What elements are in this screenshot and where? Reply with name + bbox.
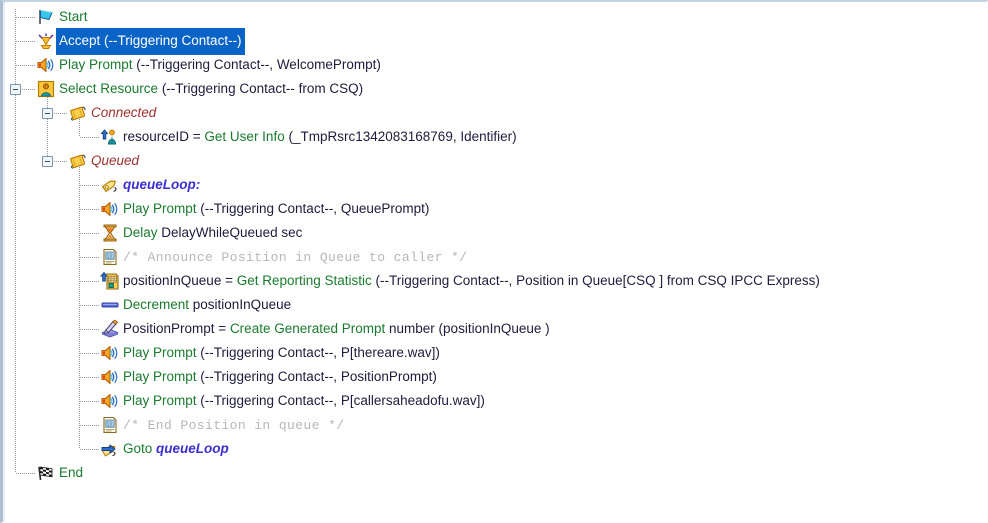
tree-row-label: Play Prompt (--Triggering Contact--, P[c…	[123, 389, 485, 413]
tree-row[interactable]: resourceID = Get User Info (_TmpRsrc1342…	[3, 125, 987, 149]
tree-row-label: Accept (--Triggering Contact--)	[56, 27, 245, 55]
tree-row[interactable]: Connected	[3, 101, 987, 125]
tree-row[interactable]: Goto queueLoop	[3, 437, 987, 461]
label-name: queueLoop:	[123, 177, 201, 192]
step-keyword: Create Generated Prompt	[229, 321, 386, 336]
script-tree[interactable]: Start Accept (--Triggering Contact--) Pl…	[3, 2, 987, 485]
tree-row-label: queueLoop:	[123, 173, 200, 197]
tree-row-label: Queued	[91, 149, 139, 173]
get-reporting-statistic-icon	[100, 271, 120, 291]
step-arguments: (--Triggering Contact--, WelcomePrompt)	[132, 57, 381, 72]
goto-arrow-icon	[100, 439, 120, 459]
decrement-bar-icon	[100, 295, 120, 315]
assigned-variable: resourceID =	[123, 129, 205, 144]
tree-row[interactable]: /* End Position in queue */	[3, 413, 987, 437]
tree-row-label: Select Resource (--Triggering Contact-- …	[59, 77, 363, 101]
tree-row[interactable]: Play Prompt (--Triggering Contact--, Wel…	[3, 53, 987, 77]
comment-text: /* Announce Position in Queue to caller …	[123, 249, 468, 265]
step-arguments: DelayWhileQueued sec	[157, 225, 303, 240]
tree-row[interactable]: Play Prompt (--Triggering Contact--, P[c…	[3, 389, 987, 413]
step-keyword: Play Prompt	[123, 393, 197, 408]
accept-contact-icon	[36, 31, 56, 51]
goto-target: queueLoop	[156, 441, 229, 456]
tree-row-label: PositionPrompt = Create Generated Prompt…	[123, 317, 550, 341]
branch-name: Queued	[91, 153, 140, 168]
speaker-prompt-icon	[100, 367, 120, 387]
get-user-info-icon	[100, 127, 120, 147]
tree-row-label: resourceID = Get User Info (_TmpRsrc1342…	[123, 125, 517, 149]
assigned-variable: positionInQueue =	[123, 273, 237, 288]
hourglass-delay-icon	[100, 223, 120, 243]
step-arguments: positionInQueue	[189, 297, 292, 312]
tree-row-label: Play Prompt (--Triggering Contact--, Wel…	[59, 53, 381, 77]
tree-row[interactable]: /* Announce Position in Queue to caller …	[3, 245, 987, 269]
step-keyword: Play Prompt	[123, 369, 197, 384]
tree-row[interactable]: PositionPrompt = Create Generated Prompt…	[3, 317, 987, 341]
tree-row[interactable]: Decrement positionInQueue	[3, 293, 987, 317]
step-arguments: (--Triggering Contact--, P[thereare.wav]…	[196, 345, 440, 360]
tree-row-label: Play Prompt (--Triggering Contact--, Pos…	[123, 365, 437, 389]
tree-row[interactable]: Queued	[3, 149, 987, 173]
tree-row[interactable]: Start	[3, 5, 987, 29]
tree-row-label: Play Prompt (--Triggering Contact--, P[t…	[123, 341, 440, 365]
speaker-prompt-icon	[100, 343, 120, 363]
script-editor-canvas[interactable]: Start Accept (--Triggering Contact--) Pl…	[0, 0, 988, 523]
branch-label-icon	[68, 103, 88, 123]
step-keyword: Get User Info	[204, 129, 285, 144]
step-arguments: (--Triggering Contact--, Position in Que…	[371, 273, 820, 288]
tree-row-label: Decrement positionInQueue	[123, 293, 291, 317]
step-keyword: Accept	[59, 32, 101, 48]
speaker-prompt-icon	[100, 199, 120, 219]
flag-start-icon	[36, 7, 56, 27]
step-arguments: (--Triggering Contact--, PositionPrompt)	[196, 369, 437, 384]
comment-note-icon	[100, 247, 120, 267]
assigned-variable: PositionPrompt =	[123, 321, 230, 336]
tree-row-label: Goto queueLoop	[123, 437, 229, 461]
step-keyword: Goto	[123, 441, 157, 456]
step-arguments: (--Triggering Contact--, QueuePrompt)	[196, 201, 430, 216]
tree-row-label: /* End Position in queue */	[123, 413, 344, 438]
tree-row-label: /* Announce Position in Queue to caller …	[123, 245, 467, 270]
step-keyword: Play Prompt	[123, 345, 197, 360]
tree-row[interactable]: Accept (--Triggering Contact--)	[3, 27, 987, 55]
comment-text: /* End Position in queue */	[123, 417, 345, 433]
step-keyword: Decrement	[123, 297, 190, 312]
step-arguments: (--Triggering Contact--)	[100, 32, 242, 48]
speaker-prompt-icon	[100, 391, 120, 411]
step-keyword: End	[59, 465, 84, 480]
step-keyword: Start	[59, 9, 88, 24]
tree-row[interactable]: queueLoop:	[3, 173, 987, 197]
create-generated-prompt-icon	[100, 319, 120, 339]
speaker-prompt-icon	[36, 55, 56, 75]
tree-row-label: positionInQueue = Get Reporting Statisti…	[123, 269, 820, 293]
tree-row[interactable]: Select Resource (--Triggering Contact-- …	[3, 77, 987, 101]
step-arguments: (_TmpRsrc1342083168769, Identifier)	[284, 129, 517, 144]
person-resource-icon	[36, 79, 56, 99]
step-keyword: Play Prompt	[59, 57, 133, 72]
tree-row-label: Connected	[91, 101, 156, 125]
tree-row[interactable]: positionInQueue = Get Reporting Statisti…	[3, 269, 987, 293]
tree-row[interactable]: Play Prompt (--Triggering Contact--, Pos…	[3, 365, 987, 389]
tree-row-label: Delay DelayWhileQueued sec	[123, 221, 302, 245]
tree-row-label: Start	[59, 5, 88, 29]
step-keyword: Play Prompt	[123, 201, 197, 216]
tree-row-label: End	[59, 461, 83, 485]
tree-row[interactable]: Delay DelayWhileQueued sec	[3, 221, 987, 245]
branch-label-icon	[68, 151, 88, 171]
step-arguments: (--Triggering Contact-- from CSQ)	[158, 81, 364, 96]
label-tag-icon	[100, 175, 120, 195]
step-keyword: Select Resource	[59, 81, 159, 96]
tree-row[interactable]: End	[3, 461, 987, 485]
branch-name: Connected	[91, 105, 157, 120]
step-arguments: number (positionInQueue )	[385, 321, 550, 336]
checkered-flag-end-icon	[36, 463, 56, 483]
step-keyword: Get Reporting Statistic	[236, 273, 372, 288]
tree-row[interactable]: Play Prompt (--Triggering Contact--, Que…	[3, 197, 987, 221]
step-keyword: Delay	[123, 225, 158, 240]
tree-row[interactable]: Play Prompt (--Triggering Contact--, P[t…	[3, 341, 987, 365]
step-arguments: (--Triggering Contact--, P[callersaheado…	[196, 393, 485, 408]
tree-row-label: Play Prompt (--Triggering Contact--, Que…	[123, 197, 429, 221]
comment-note-icon	[100, 415, 120, 435]
